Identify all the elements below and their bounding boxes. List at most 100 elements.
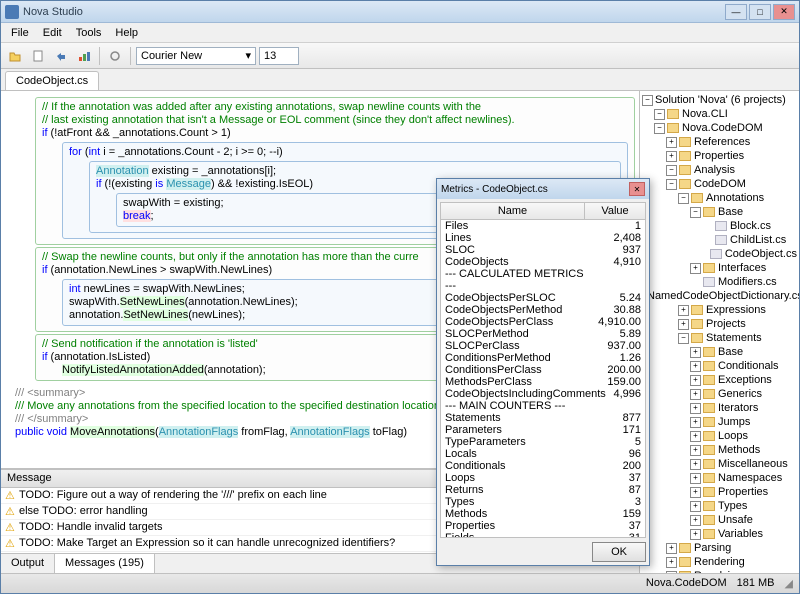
- tree-item[interactable]: +Loops: [642, 429, 797, 443]
- expand-icon[interactable]: +: [666, 543, 677, 554]
- expand-icon[interactable]: −: [690, 207, 701, 218]
- close-button[interactable]: ✕: [773, 4, 795, 20]
- expand-icon[interactable]: −: [666, 165, 677, 176]
- metric-row[interactable]: Conditionals200: [441, 460, 645, 472]
- tree-item[interactable]: +Interfaces: [642, 261, 797, 275]
- solution-explorer[interactable]: −Solution 'Nova' (6 projects)−Nova.CLI−N…: [639, 91, 799, 573]
- tree-item[interactable]: +References: [642, 135, 797, 149]
- metric-row[interactable]: Types3: [441, 496, 645, 508]
- expand-icon[interactable]: +: [690, 347, 701, 358]
- expand-icon[interactable]: +: [678, 319, 689, 330]
- expand-icon[interactable]: +: [666, 557, 677, 568]
- tree-item[interactable]: ChildList.cs: [642, 233, 797, 247]
- tree-item[interactable]: +Types: [642, 499, 797, 513]
- expand-icon[interactable]: +: [690, 361, 701, 372]
- metric-row[interactable]: CodeObjectsIncludingComments4,996: [441, 388, 645, 400]
- metrics-col-value[interactable]: Value: [585, 203, 645, 219]
- stats-button[interactable]: [74, 46, 94, 66]
- tree-item[interactable]: +Jumps: [642, 415, 797, 429]
- metric-row[interactable]: --- CALCULATED METRICS ---: [441, 268, 645, 292]
- metric-row[interactable]: SLOCPerClass937.00: [441, 340, 645, 352]
- tree-item[interactable]: +Base: [642, 345, 797, 359]
- expand-icon[interactable]: +: [666, 137, 677, 148]
- expand-icon[interactable]: +: [690, 403, 701, 414]
- expand-icon[interactable]: +: [690, 431, 701, 442]
- resize-grip-icon[interactable]: ◢: [785, 577, 793, 590]
- tree-item[interactable]: +Methods: [642, 443, 797, 457]
- metric-row[interactable]: SLOC937: [441, 244, 645, 256]
- metric-row[interactable]: Files1: [441, 220, 645, 232]
- metric-row[interactable]: CodeObjectsPerSLOC5.24: [441, 292, 645, 304]
- tab-codeobject[interactable]: CodeObject.cs: [5, 71, 99, 90]
- tree-item[interactable]: CodeObject.cs: [642, 247, 797, 261]
- menu-help[interactable]: Help: [109, 25, 144, 41]
- metrics-list[interactable]: Files1Lines2,408SLOC937CodeObjects4,910-…: [440, 220, 646, 538]
- expand-icon[interactable]: −: [654, 123, 665, 134]
- config-button[interactable]: [105, 46, 125, 66]
- tree-item[interactable]: −Base: [642, 205, 797, 219]
- tree-item[interactable]: NamedCodeObjectDictionary.cs: [642, 289, 797, 303]
- expand-icon[interactable]: −: [678, 333, 689, 344]
- menu-edit[interactable]: Edit: [37, 25, 68, 41]
- tree-item[interactable]: Block.cs: [642, 219, 797, 233]
- metrics-col-name[interactable]: Name: [441, 203, 585, 219]
- expand-icon[interactable]: −: [666, 179, 677, 190]
- tree-item[interactable]: +Conditionals: [642, 359, 797, 373]
- tree-item[interactable]: +Exceptions: [642, 373, 797, 387]
- metrics-dialog[interactable]: Metrics - CodeObject.cs ✕ Name Value Fil…: [436, 178, 650, 566]
- expand-icon[interactable]: +: [690, 459, 701, 470]
- tree-item[interactable]: −Analysis: [642, 163, 797, 177]
- metric-row[interactable]: Locals96: [441, 448, 645, 460]
- new-button[interactable]: [28, 46, 48, 66]
- tree-item[interactable]: +Generics: [642, 387, 797, 401]
- tree-item[interactable]: +Iterators: [642, 401, 797, 415]
- metric-row[interactable]: MethodsPerClass159.00: [441, 376, 645, 388]
- metric-row[interactable]: ConditionsPerClass200.00: [441, 364, 645, 376]
- tree-item[interactable]: +Miscellaneous: [642, 457, 797, 471]
- tree-item[interactable]: +Properties: [642, 485, 797, 499]
- expand-icon[interactable]: +: [678, 305, 689, 316]
- metric-row[interactable]: CodeObjectsPerMethod30.88: [441, 304, 645, 316]
- tree-item[interactable]: Modifiers.cs: [642, 275, 797, 289]
- expand-icon[interactable]: −: [678, 193, 689, 204]
- tree-item[interactable]: −CodeDOM: [642, 177, 797, 191]
- tree-item[interactable]: +Parsing: [642, 541, 797, 555]
- tree-item[interactable]: −Nova.CodeDOM: [642, 121, 797, 135]
- tree-item[interactable]: +Projects: [642, 317, 797, 331]
- metric-row[interactable]: Returns87: [441, 484, 645, 496]
- metric-row[interactable]: Lines2,408: [441, 232, 645, 244]
- expand-icon[interactable]: +: [690, 473, 701, 484]
- minimize-button[interactable]: —: [725, 4, 747, 20]
- expand-icon[interactable]: +: [690, 417, 701, 428]
- tab-messages[interactable]: Messages (195): [55, 554, 155, 573]
- metric-row[interactable]: Methods159: [441, 508, 645, 520]
- tree-item[interactable]: +Properties: [642, 149, 797, 163]
- titlebar[interactable]: Nova Studio — □ ✕: [1, 1, 799, 23]
- undo-button[interactable]: [51, 46, 71, 66]
- metric-row[interactable]: Loops37: [441, 472, 645, 484]
- tree-item[interactable]: +Unsafe: [642, 513, 797, 527]
- expand-icon[interactable]: +: [666, 151, 677, 162]
- maximize-button[interactable]: □: [749, 4, 771, 20]
- menu-tools[interactable]: Tools: [70, 25, 108, 41]
- ok-button[interactable]: OK: [592, 542, 646, 562]
- metric-row[interactable]: CodeObjectsPerClass4,910.00: [441, 316, 645, 328]
- metric-row[interactable]: --- MAIN COUNTERS ---: [441, 400, 645, 412]
- menu-file[interactable]: File: [5, 25, 35, 41]
- expand-icon[interactable]: +: [690, 501, 701, 512]
- expand-icon[interactable]: +: [690, 529, 701, 540]
- metric-row[interactable]: Statements877: [441, 412, 645, 424]
- tree-item[interactable]: +Namespaces: [642, 471, 797, 485]
- metric-row[interactable]: TypeParameters5: [441, 436, 645, 448]
- font-select[interactable]: Courier New ▾: [136, 47, 256, 65]
- dialog-close-button[interactable]: ✕: [629, 182, 645, 196]
- expand-icon[interactable]: −: [642, 95, 653, 106]
- tree-item[interactable]: +Variables: [642, 527, 797, 541]
- metric-row[interactable]: ConditionsPerMethod1.26: [441, 352, 645, 364]
- tree-item[interactable]: −Nova.CLI: [642, 107, 797, 121]
- tree-item[interactable]: −Statements: [642, 331, 797, 345]
- metric-row[interactable]: CodeObjects4,910: [441, 256, 645, 268]
- metric-row[interactable]: Parameters171: [441, 424, 645, 436]
- expand-icon[interactable]: +: [690, 515, 701, 526]
- expand-icon[interactable]: +: [690, 445, 701, 456]
